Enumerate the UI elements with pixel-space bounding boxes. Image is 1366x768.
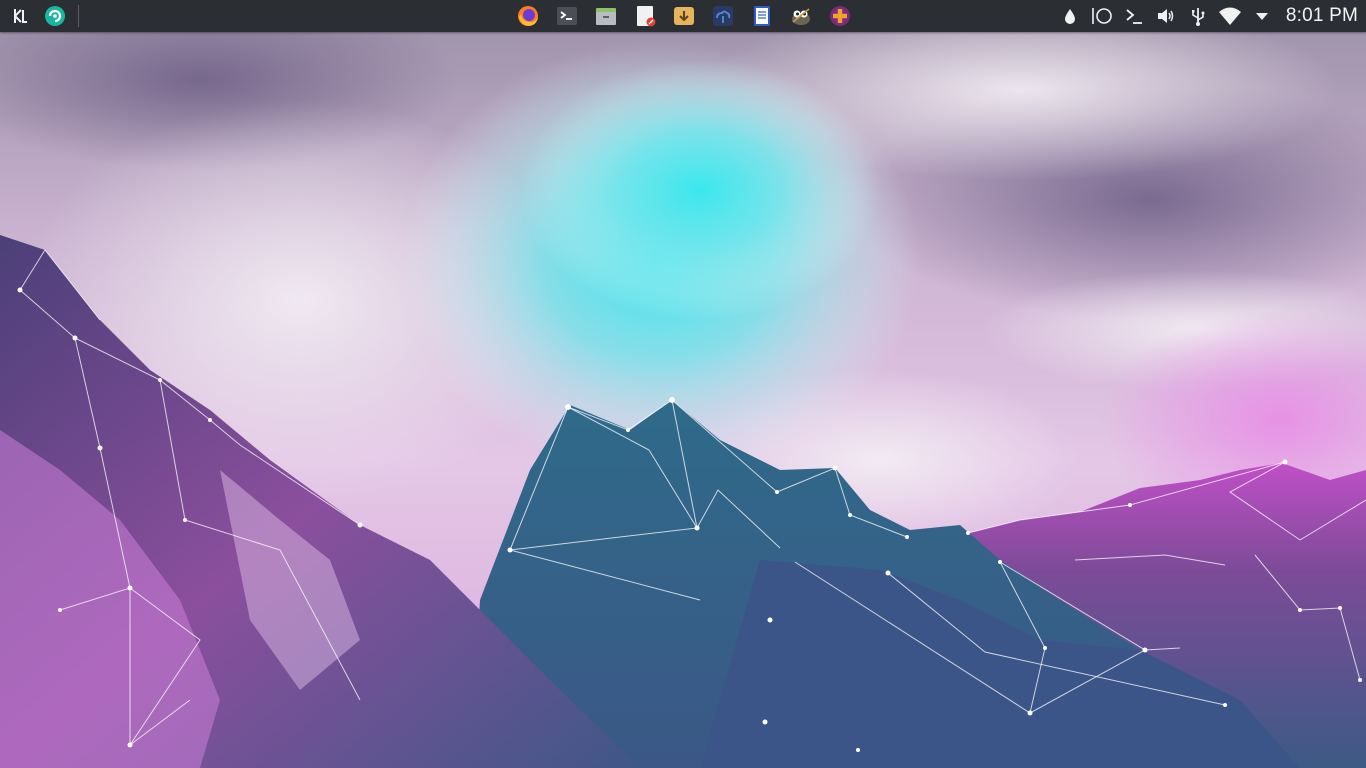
document-edit-icon[interactable] [631, 2, 659, 30]
wifi-icon[interactable] [1218, 4, 1242, 28]
panel-separator [78, 5, 79, 27]
panel-left-area [0, 0, 79, 32]
color-picker-icon[interactable] [1058, 4, 1082, 28]
plus-badge-icon[interactable] [826, 2, 854, 30]
cloud-app-icon[interactable] [709, 2, 737, 30]
file-manager-icon[interactable] [592, 2, 620, 30]
terminal-icon[interactable] [553, 2, 581, 30]
software-center-icon[interactable] [43, 4, 67, 28]
firefox-icon[interactable] [514, 2, 542, 30]
taskbar [508, 0, 859, 32]
desktop: 8:01 PM [0, 0, 1366, 768]
expand-arrow-icon[interactable] [1250, 4, 1274, 28]
volume-icon[interactable] [1154, 4, 1178, 28]
activity-circle-icon[interactable] [1090, 4, 1114, 28]
kde-logo-icon[interactable] [9, 4, 33, 28]
system-tray: 8:01 PM [1054, 0, 1366, 32]
usb-icon[interactable] [1186, 4, 1210, 28]
top-panel: 8:01 PM [0, 0, 1366, 32]
download-manager-icon[interactable] [670, 2, 698, 30]
terminal-prompt-icon[interactable] [1122, 4, 1146, 28]
clock[interactable]: 8:01 PM [1286, 5, 1358, 27]
wallpaper [0, 0, 1366, 768]
writer-document-icon[interactable] [748, 2, 776, 30]
gimp-icon[interactable] [787, 2, 815, 30]
